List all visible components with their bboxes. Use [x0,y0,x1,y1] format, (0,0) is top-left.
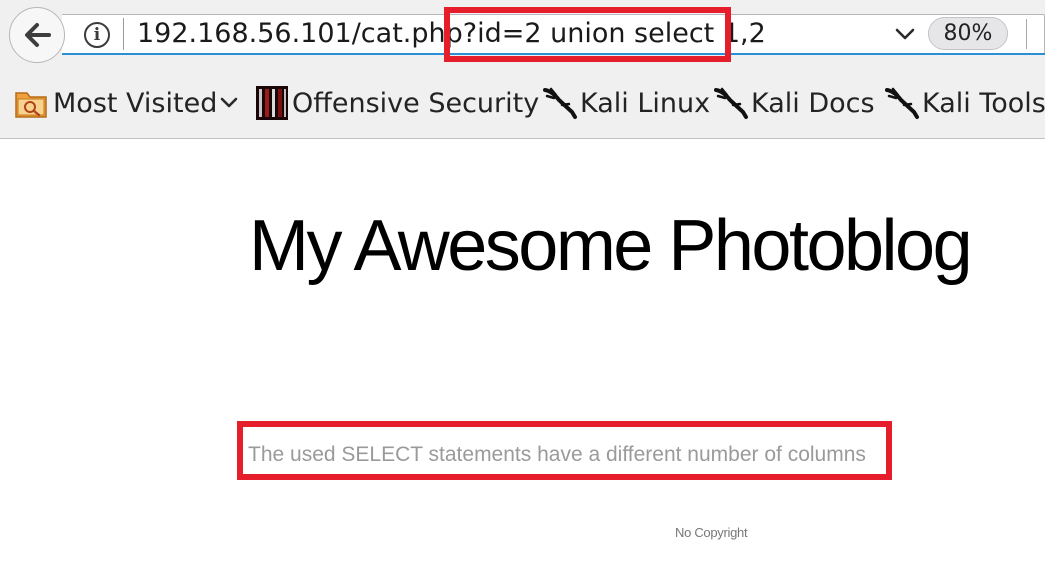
kali-dragon-icon [885,87,919,119]
toolbar-separator [1026,19,1027,49]
error-highlight-box [237,421,892,480]
kali-dragon-icon [714,87,748,119]
site-info-icon[interactable]: i [84,22,110,48]
bookmark-offensive-security[interactable]: Offensive Security [256,68,539,138]
footer-copyright: No Copyright [675,525,748,540]
bookmark-label: Most Visited [53,87,218,119]
bookmark-label: Offensive Security [292,87,540,119]
back-button[interactable] [9,7,65,63]
bookmarks-toolbar: Most Visited Offensive Security Kali Lin… [0,68,1045,139]
bookmark-kali-docs[interactable]: Kali Docs [713,68,875,138]
url-separator [123,18,124,50]
chevron-down-icon [221,97,238,108]
bookmark-label: Kali Tools [922,87,1045,119]
page-title: My Awesome Photoblog [249,206,973,286]
zoom-level-badge[interactable]: 80% [928,17,1008,50]
bookmark-label: Kali Linux [580,87,711,119]
bookmark-most-visited[interactable]: Most Visited [15,68,239,138]
back-arrow-icon [25,23,51,47]
offensive-security-icon [256,86,288,120]
kali-dragon-icon [543,87,577,119]
bookmark-kali-linux[interactable]: Kali Linux [542,68,710,138]
url-history-dropdown-icon[interactable] [894,24,916,44]
bookmark-kali-tools[interactable]: Kali Tools [884,68,1045,138]
bookmark-label: Kali Docs [751,87,875,119]
most-visited-folder-icon [15,92,47,118]
url-highlight-box [444,7,731,62]
